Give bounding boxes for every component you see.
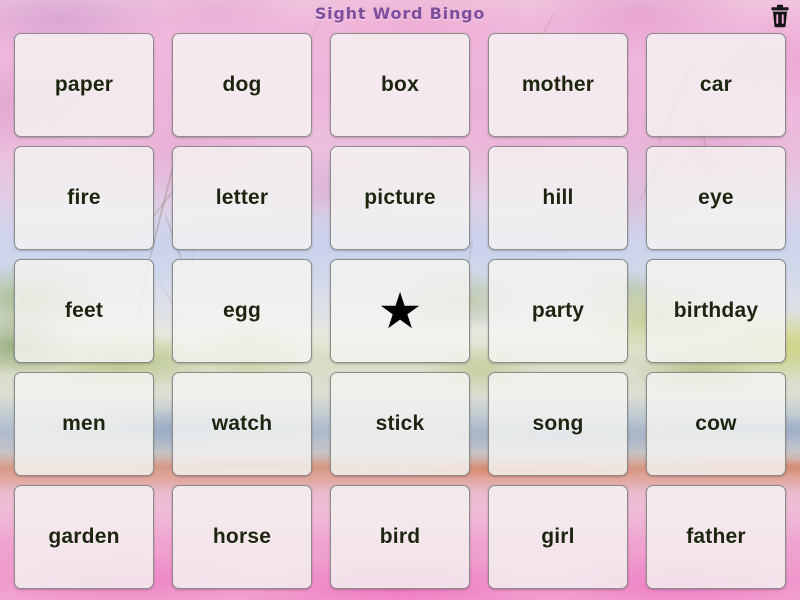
bingo-cell[interactable]: eye: [646, 146, 786, 250]
bingo-cell[interactable]: dog: [172, 33, 312, 137]
header-bar: Sight Word Bingo: [0, 0, 800, 30]
bingo-cell-label: stick: [375, 412, 425, 435]
bingo-cell-label: father: [686, 525, 746, 548]
bingo-cell-label: men: [62, 412, 106, 435]
bingo-cell[interactable]: egg: [172, 259, 312, 363]
bingo-cell[interactable]: girl: [488, 485, 628, 589]
bingo-cell[interactable]: feet: [14, 259, 154, 363]
clear-board-button[interactable]: [769, 4, 791, 28]
bingo-cell[interactable]: garden: [14, 485, 154, 589]
bingo-cell[interactable]: father: [646, 485, 786, 589]
bingo-cell[interactable]: men: [14, 372, 154, 476]
bingo-cell[interactable]: car: [646, 33, 786, 137]
bingo-cell[interactable]: party: [488, 259, 628, 363]
bingo-cell-label: bird: [379, 525, 421, 548]
bingo-cell-label: dog: [222, 73, 262, 96]
bingo-cell-label: fire: [67, 186, 101, 209]
trash-icon: [769, 4, 791, 31]
bingo-cell[interactable]: cow: [646, 372, 786, 476]
bingo-cell-label: watch: [211, 412, 273, 435]
bingo-cell-label: letter: [215, 186, 269, 209]
bingo-cell[interactable]: horse: [172, 485, 312, 589]
bingo-cell-label: picture: [364, 186, 436, 209]
bingo-cell-label: birthday: [673, 299, 759, 322]
bingo-cell-free-space[interactable]: ★: [330, 259, 470, 363]
bingo-cell-label: feet: [64, 299, 104, 322]
bingo-cell[interactable]: birthday: [646, 259, 786, 363]
bingo-cell[interactable]: fire: [14, 146, 154, 250]
bingo-cell[interactable]: stick: [330, 372, 470, 476]
bingo-cell-label: car: [699, 73, 733, 96]
bingo-cell-label: box: [381, 73, 419, 96]
bingo-cell-label: mother: [521, 73, 595, 96]
bingo-cell-label: garden: [48, 525, 120, 548]
bingo-cell-label: egg: [223, 299, 261, 322]
bingo-cell-label: party: [531, 299, 585, 322]
bingo-cell[interactable]: song: [488, 372, 628, 476]
bingo-cell[interactable]: bird: [330, 485, 470, 589]
free-space-star-icon: ★: [377, 283, 423, 339]
bingo-cell-label: girl: [541, 525, 575, 548]
bingo-cell[interactable]: paper: [14, 33, 154, 137]
bingo-app: Sight Word Bingo paper dog box mother car fir…: [0, 0, 800, 600]
bingo-cell-label: song: [532, 412, 584, 435]
bingo-cell[interactable]: mother: [488, 33, 628, 137]
bingo-grid: paper dog box mother car fire letter picture hil…: [14, 33, 786, 589]
bingo-cell-label: eye: [698, 186, 734, 209]
bingo-cell[interactable]: box: [330, 33, 470, 137]
page-title: Sight Word Bingo: [314, 4, 486, 23]
bingo-cell[interactable]: letter: [172, 146, 312, 250]
bingo-cell[interactable]: watch: [172, 372, 312, 476]
bingo-cell-label: paper: [54, 73, 114, 96]
bingo-cell[interactable]: picture: [330, 146, 470, 250]
bingo-cell-label: horse: [212, 525, 272, 548]
bingo-cell-label: cow: [695, 412, 737, 435]
bingo-cell[interactable]: hill: [488, 146, 628, 250]
bingo-cell-label: hill: [542, 186, 574, 209]
